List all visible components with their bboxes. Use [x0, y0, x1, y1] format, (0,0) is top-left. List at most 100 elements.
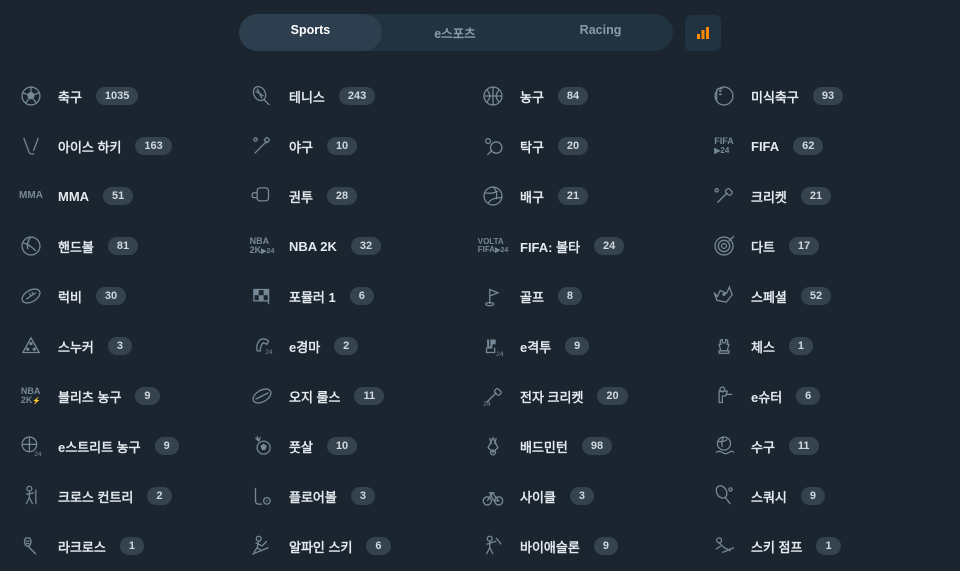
sport-item-snooker[interactable]: 스누커3	[18, 321, 249, 371]
tennis-icon	[249, 83, 275, 109]
snooker-icon	[18, 333, 44, 359]
sport-item-estreetbb[interactable]: 24e스트리트 농구9	[18, 421, 249, 471]
sport-count-badge: 3	[108, 337, 132, 355]
sport-count-badge: 2	[147, 487, 171, 505]
svg-text:24: 24	[483, 401, 491, 408]
sport-item-darts[interactable]: 다트17	[711, 221, 942, 271]
sport-count-badge: 1035	[96, 87, 138, 105]
fifa24-icon: FIFA▶24	[711, 133, 737, 159]
sport-item-cricket[interactable]: 크리켓21	[711, 171, 942, 221]
sport-count-badge: 51	[103, 187, 133, 205]
sport-label: 오지 룰스	[289, 387, 340, 406]
sport-label: 수구	[751, 437, 775, 456]
sport-label: e스트리트 농구	[58, 437, 141, 456]
sport-item-crosscountry[interactable]: 크로스 컨트리 2	[18, 471, 249, 521]
sport-item-basketball[interactable]: 농구84	[480, 71, 711, 121]
sport-count-badge: 1	[816, 537, 840, 555]
sport-label: 스쿼시	[751, 487, 787, 506]
sport-item-mma[interactable]: MMA MMA 51	[18, 171, 249, 221]
sport-label: 체스	[751, 337, 775, 356]
sport-item-eshooter[interactable]: e슈터6	[711, 371, 942, 421]
sport-item-skijump[interactable]: 스키 점프1	[711, 521, 942, 571]
sport-item-waterpolo[interactable]: 수구11	[711, 421, 942, 471]
sport-count-badge: 17	[789, 237, 819, 255]
sport-item-volleyball[interactable]: 배구21	[480, 171, 711, 221]
sport-item-amfootball[interactable]: 미식축구93	[711, 71, 942, 121]
sport-item-special[interactable]: 스페셜52	[711, 271, 942, 321]
sport-count-badge: 1	[789, 337, 813, 355]
sport-count-badge: 3	[351, 487, 375, 505]
sport-count-badge: 2	[334, 337, 358, 355]
alpine-icon	[249, 533, 275, 559]
sport-item-fifa24[interactable]: FIFA▶24FIFA62	[711, 121, 942, 171]
sport-item-baseball[interactable]: 야구10	[249, 121, 480, 171]
tab-sports[interactable]: Sports	[239, 14, 383, 51]
sport-label: e경마	[289, 337, 320, 356]
sport-count-badge: 9	[801, 487, 825, 505]
sport-item-tabletennis[interactable]: 탁구 20	[480, 121, 711, 171]
sport-count-badge: 93	[813, 87, 843, 105]
sport-item-ecricket[interactable]: 24전자 크리켓20	[480, 371, 711, 421]
sport-item-soccer[interactable]: 축구1035	[18, 71, 249, 121]
volleyball-icon	[480, 183, 506, 209]
hockey-icon	[18, 133, 44, 159]
sport-item-nba2k[interactable]: NBA2K▶24NBA 2K32	[249, 221, 480, 271]
tab-racing[interactable]: Racing	[528, 14, 674, 51]
sport-item-voltafifa[interactable]: VOLTAFIFA▶24FIFA: 볼타24	[480, 221, 711, 271]
sport-item-squash[interactable]: 스쿼시 9	[711, 471, 942, 521]
sport-label: 배구	[520, 187, 544, 206]
sport-item-efight[interactable]: 24e격투9	[480, 321, 711, 371]
rugby-icon	[18, 283, 44, 309]
efight-icon: 24	[480, 333, 506, 359]
mma-icon: MMA	[18, 183, 44, 209]
sport-item-futsal[interactable]: 풋살10	[249, 421, 480, 471]
svg-text:24: 24	[496, 351, 504, 358]
stats-button[interactable]	[685, 15, 721, 51]
sport-item-f1[interactable]: 포뮬러 16	[249, 271, 480, 321]
sport-item-badminton[interactable]: 배드민턴98	[480, 421, 711, 471]
tab-e스포츠[interactable]: e스포츠	[382, 14, 527, 51]
sport-item-alpine[interactable]: 알파인 스키 6	[249, 521, 480, 571]
sport-label: 핸드볼	[58, 237, 94, 256]
sport-label: 야구	[289, 137, 313, 156]
boxing-icon	[249, 183, 275, 209]
sport-item-tennis[interactable]: 테니스243	[249, 71, 480, 121]
sport-item-lacrosse[interactable]: 라크로스1	[18, 521, 249, 571]
sport-item-blitzbb[interactable]: NBA2K⚡블리츠 농구9	[18, 371, 249, 421]
sport-item-hockey[interactable]: 아이스 하키163	[18, 121, 249, 171]
sport-count-badge: 6	[366, 537, 390, 555]
sport-item-rugby[interactable]: 럭비30	[18, 271, 249, 321]
sport-item-cycling[interactable]: 사이클3	[480, 471, 711, 521]
sport-count-badge: 30	[96, 287, 126, 305]
cricket-icon	[711, 183, 737, 209]
tabletennis-icon	[480, 133, 506, 159]
sport-label: e슈터	[751, 387, 782, 406]
cycling-icon	[480, 483, 506, 509]
sport-item-golf[interactable]: 골프8	[480, 271, 711, 321]
sport-count-badge: 28	[327, 187, 357, 205]
sport-count-badge: 1	[120, 537, 144, 555]
sport-label: 크로스 컨트리	[58, 487, 133, 506]
sport-label: e격투	[520, 337, 551, 356]
sport-label: MMA	[58, 189, 89, 204]
sport-label: 탁구	[520, 137, 544, 156]
sport-count-badge: 9	[135, 387, 159, 405]
sport-item-floorball[interactable]: 플로어볼3	[249, 471, 480, 521]
sport-label: 사이클	[520, 487, 556, 506]
sport-count-badge: 20	[558, 137, 588, 155]
badminton-icon	[480, 433, 506, 459]
sport-label: 알파인 스키	[289, 537, 352, 556]
sport-count-badge: 11	[354, 387, 384, 405]
sport-item-biathlon[interactable]: 바이애슬론9	[480, 521, 711, 571]
sport-label: 전자 크리켓	[520, 387, 583, 406]
sport-label: 배드민턴	[520, 437, 568, 456]
crosscountry-icon	[18, 483, 44, 509]
sport-item-boxing[interactable]: 권투28	[249, 171, 480, 221]
sport-item-aussie[interactable]: 오지 룰스 11	[249, 371, 480, 421]
sport-item-chess[interactable]: 체스 1	[711, 321, 942, 371]
sport-item-handball[interactable]: 핸드볼81	[18, 221, 249, 271]
floorball-icon	[249, 483, 275, 509]
sport-label: 골프	[520, 287, 544, 306]
sport-item-ehorse[interactable]: 24e경마2	[249, 321, 480, 371]
tabs-group: Sportse스포츠Racing	[239, 14, 674, 51]
